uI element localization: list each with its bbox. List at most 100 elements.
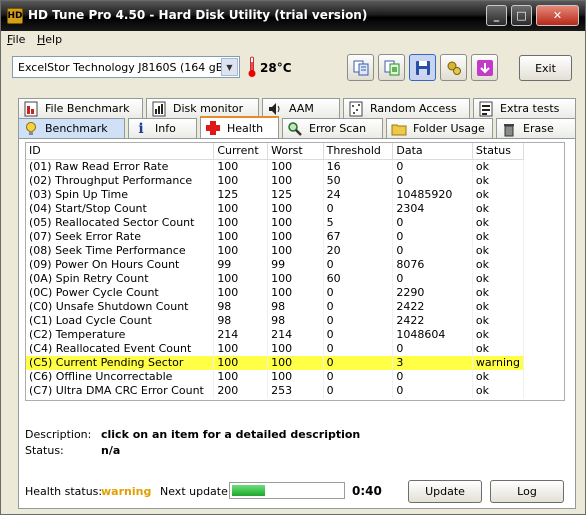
health-cross-icon bbox=[205, 120, 221, 136]
table-row[interactable]: (C2) Temperature 214 214 0 1048604 ok bbox=[26, 327, 525, 342]
table-row[interactable]: (C1) Load Cycle Count 98 98 0 2422 ok bbox=[26, 313, 525, 328]
tab-file-benchmark[interactable]: File Benchmark bbox=[18, 98, 143, 118]
cell-threshold: 0 bbox=[323, 369, 394, 384]
table-row[interactable]: (04) Start/Stop Count 100 100 0 2304 ok bbox=[26, 201, 525, 216]
column-header-id[interactable]: ID bbox=[26, 143, 215, 160]
tab-aam[interactable]: AAM bbox=[262, 98, 340, 118]
table-row[interactable]: (03) Spin Up Time 125 125 24 10485920 ok bbox=[26, 187, 525, 202]
drive-select-value: ExcelStor Technology J8160S (164 gB) bbox=[18, 61, 228, 74]
smart-table-container[interactable]: ID Current Worst Threshold Data Status (… bbox=[25, 142, 565, 401]
smart-table: ID Current Worst Threshold Data Status (… bbox=[26, 143, 525, 398]
cell-worst: 100 bbox=[267, 159, 324, 174]
tab-erase[interactable]: Erase bbox=[496, 118, 576, 138]
options-icon bbox=[447, 61, 461, 75]
update-button[interactable]: Update bbox=[408, 480, 482, 503]
table-row[interactable]: (C5) Current Pending Sector 100 100 0 3 warni… bbox=[26, 355, 525, 370]
cell-current: 100 bbox=[213, 201, 269, 216]
cell-status: ok bbox=[472, 229, 525, 244]
table-row[interactable]: (C0) Unsafe Shutdown Count 98 98 0 2422 ok bbox=[26, 299, 525, 314]
table-row[interactable]: (08) Seek Time Performance 100 100 20 0 ok bbox=[26, 243, 525, 258]
cell-worst: 253 bbox=[267, 383, 324, 398]
cell-current: 100 bbox=[213, 369, 269, 384]
save-button[interactable] bbox=[409, 54, 436, 81]
cell-current: 100 bbox=[213, 243, 269, 258]
cell-threshold: 0 bbox=[323, 257, 394, 272]
column-header-threshold[interactable]: Threshold bbox=[323, 143, 394, 160]
cell-status: warning bbox=[472, 355, 525, 370]
column-header-worst[interactable]: Worst bbox=[267, 143, 324, 160]
cell-data: 10485920 bbox=[392, 187, 473, 202]
cell-current: 98 bbox=[213, 313, 269, 328]
table-row[interactable]: (02) Throughput Performance 100 100 50 0 ok bbox=[26, 173, 525, 188]
table-header-row: ID Current Worst Threshold Data Status bbox=[26, 143, 525, 160]
exit-button[interactable]: Exit bbox=[519, 55, 572, 81]
tab-health[interactable]: Health bbox=[200, 116, 279, 138]
cell-data: 2422 bbox=[392, 299, 473, 314]
next-update-progress bbox=[229, 482, 345, 499]
copy-screenshot-button[interactable] bbox=[378, 54, 405, 81]
cell-id: (03) Spin Up Time bbox=[26, 187, 215, 202]
minimize-button[interactable]: _ bbox=[486, 5, 507, 26]
table-row[interactable]: (C6) Offline Uncorrectable 100 100 0 0 ok bbox=[26, 369, 525, 384]
table-row[interactable]: (0C) Power Cycle Count 100 100 0 2290 ok bbox=[26, 285, 525, 300]
table-row[interactable]: (C4) Reallocated Event Count 100 100 0 0 ok bbox=[26, 341, 525, 356]
cell-threshold: 0 bbox=[323, 285, 394, 300]
menu-file-rest: ile bbox=[12, 33, 26, 46]
menu-help[interactable]: Help bbox=[37, 33, 62, 46]
cell-threshold: 60 bbox=[323, 271, 394, 286]
copy-text-button[interactable] bbox=[347, 54, 374, 81]
tab-random-access[interactable]: Random Access bbox=[343, 98, 470, 118]
cell-threshold: 5 bbox=[323, 215, 394, 230]
cell-data: 3 bbox=[392, 355, 473, 370]
cell-worst: 214 bbox=[267, 327, 324, 342]
close-button[interactable]: ✕ bbox=[536, 5, 579, 26]
menu-file[interactable]: File bbox=[7, 33, 25, 46]
cell-status: ok bbox=[472, 341, 525, 356]
table-row[interactable]: (0A) Spin Retry Count 100 100 60 0 ok bbox=[26, 271, 525, 286]
trash-icon bbox=[501, 121, 517, 137]
title-bar[interactable]: HD HD Tune Pro 4.50 - Hard Disk Utility … bbox=[1, 1, 585, 31]
cell-worst: 99 bbox=[267, 257, 324, 272]
cell-data: 0 bbox=[392, 383, 473, 398]
cell-data: 0 bbox=[392, 369, 473, 384]
tab-disk-monitor[interactable]: Disk monitor bbox=[146, 98, 259, 118]
tab-benchmark[interactable]: Benchmark bbox=[18, 118, 125, 138]
cell-id: (05) Reallocated Sector Count bbox=[26, 215, 215, 230]
random-access-icon bbox=[348, 101, 364, 117]
tab-error-scan[interactable]: Error Scan bbox=[282, 118, 383, 138]
cell-status: ok bbox=[472, 257, 525, 272]
cell-id: (04) Start/Stop Count bbox=[26, 201, 215, 216]
options-button[interactable] bbox=[440, 54, 467, 81]
tab-label: Erase bbox=[523, 122, 554, 135]
cell-current: 99 bbox=[213, 257, 269, 272]
file-benchmark-icon bbox=[23, 101, 39, 117]
tab-label: Folder Usage bbox=[413, 122, 485, 135]
cell-id: (01) Raw Read Error Rate bbox=[26, 159, 215, 174]
column-header-current[interactable]: Current bbox=[213, 143, 269, 160]
cell-worst: 100 bbox=[267, 243, 324, 258]
cell-worst: 98 bbox=[267, 313, 324, 328]
table-row[interactable]: (01) Raw Read Error Rate 100 100 16 0 ok bbox=[26, 159, 525, 174]
column-header-status[interactable]: Status bbox=[472, 143, 525, 160]
cell-threshold: 0 bbox=[323, 355, 394, 370]
drive-select[interactable]: ExcelStor Technology J8160S (164 gB) ▼ bbox=[12, 56, 240, 78]
exit-arrow-button[interactable] bbox=[471, 54, 498, 81]
cell-current: 100 bbox=[213, 173, 269, 188]
cell-id: (08) Seek Time Performance bbox=[26, 243, 215, 258]
tab-info[interactable]: i Info bbox=[128, 118, 197, 138]
column-header-data[interactable]: Data bbox=[392, 143, 473, 160]
log-button[interactable]: Log bbox=[490, 480, 564, 503]
table-row[interactable]: (05) Reallocated Sector Count 100 100 5 0 ok bbox=[26, 215, 525, 230]
table-row[interactable]: (09) Power On Hours Count 99 99 0 8076 ok bbox=[26, 257, 525, 272]
table-row[interactable]: (C7) Ultra DMA CRC Error Count 200 253 0 0 ok bbox=[26, 383, 525, 398]
cell-status: ok bbox=[472, 173, 525, 188]
cell-current: 100 bbox=[213, 355, 269, 370]
tab-folder-usage[interactable]: Folder Usage bbox=[386, 118, 493, 138]
table-row[interactable]: (07) Seek Error Rate 100 100 67 0 ok bbox=[26, 229, 525, 244]
save-icon bbox=[415, 60, 430, 75]
cell-id: (C4) Reallocated Event Count bbox=[26, 341, 215, 356]
tab-extra-tests[interactable]: Extra tests bbox=[473, 98, 576, 118]
chevron-down-icon[interactable]: ▼ bbox=[221, 58, 238, 76]
tab-label: Error Scan bbox=[309, 122, 367, 135]
maximize-button[interactable]: □ bbox=[511, 5, 532, 26]
